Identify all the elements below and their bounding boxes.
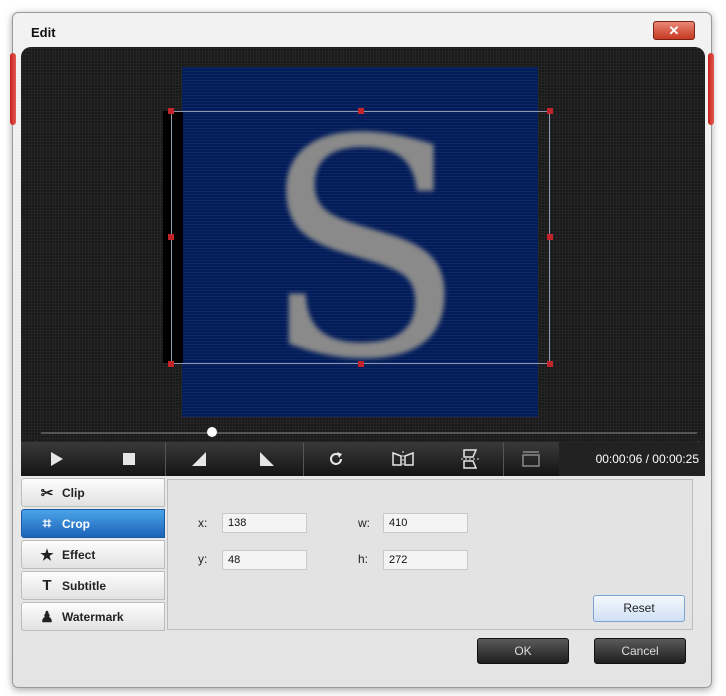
edit-tabs: ✂ Clip ⌗ Crop ★ Effect T Subtitle ♟ Wate… bbox=[21, 478, 166, 631]
time-display: 00:00:06 / 00:00:25 bbox=[595, 452, 699, 466]
crop-handle-top-right[interactable] bbox=[547, 108, 553, 114]
mark-in-button[interactable] bbox=[165, 442, 233, 476]
reset-button[interactable]: Reset bbox=[593, 595, 685, 622]
tab-label: Subtitle bbox=[62, 578, 106, 593]
rotate-button[interactable] bbox=[303, 442, 369, 476]
close-button[interactable]: ✕ bbox=[653, 21, 695, 40]
mark-in-icon bbox=[192, 452, 206, 466]
tab-crop[interactable]: ⌗ Crop bbox=[21, 509, 165, 538]
crop-handle-bottom-left[interactable] bbox=[168, 361, 174, 367]
crop-handle-top-left[interactable] bbox=[168, 108, 174, 114]
title-bar: Edit ✕ bbox=[13, 13, 711, 51]
cancel-button[interactable]: Cancel bbox=[594, 638, 686, 664]
tab-label: Clip bbox=[62, 485, 85, 500]
w-label: w: bbox=[358, 516, 370, 530]
crop-handle-left[interactable] bbox=[168, 234, 174, 240]
mark-out-button[interactable] bbox=[233, 442, 301, 476]
tab-label: Crop bbox=[62, 516, 90, 531]
timeline-knob[interactable] bbox=[207, 427, 217, 437]
tab-watermark[interactable]: ♟ Watermark bbox=[21, 602, 165, 631]
crop-x-input[interactable] bbox=[222, 513, 307, 533]
crop-handle-top[interactable] bbox=[358, 108, 364, 114]
flip-horizontal-button[interactable] bbox=[369, 442, 437, 476]
crop-y-input[interactable] bbox=[222, 550, 307, 570]
tab-clip[interactable]: ✂ Clip bbox=[21, 478, 165, 507]
tab-effect[interactable]: ★ Effect bbox=[21, 540, 165, 569]
flip-vertical-icon bbox=[461, 449, 479, 469]
h-label: h: bbox=[358, 552, 369, 566]
stop-button[interactable] bbox=[93, 442, 165, 476]
play-icon bbox=[51, 452, 63, 466]
play-button[interactable] bbox=[21, 442, 93, 476]
rotate-icon bbox=[330, 452, 342, 465]
stop-icon bbox=[123, 453, 135, 465]
snapshot-icon bbox=[522, 451, 540, 467]
x-label: x: bbox=[198, 516, 208, 530]
mark-out-icon bbox=[260, 452, 274, 466]
crop-rectangle[interactable] bbox=[168, 108, 553, 367]
window-edge-accent bbox=[10, 53, 16, 125]
crop-handle-bottom-right[interactable] bbox=[547, 361, 553, 367]
crop-w-input[interactable] bbox=[383, 513, 468, 533]
tab-subtitle[interactable]: T Subtitle bbox=[21, 571, 165, 600]
edit-dialog: Edit ✕ S 00:00:06 / 00:00:25 ✂ Clip ⌗ Cr… bbox=[10, 12, 714, 688]
window-edge-accent bbox=[708, 53, 714, 125]
window-title: Edit bbox=[31, 25, 56, 40]
tab-label: Effect bbox=[62, 547, 96, 562]
flip-horizontal-icon bbox=[392, 451, 414, 467]
text-icon: T bbox=[42, 577, 52, 594]
scissors-icon: ✂ bbox=[40, 484, 54, 502]
y-label: y: bbox=[198, 552, 208, 566]
crop-handle-bottom[interactable] bbox=[358, 361, 364, 367]
crop-icon: ⌗ bbox=[42, 515, 52, 532]
timeline-track[interactable] bbox=[41, 432, 697, 434]
crop-handle-right[interactable] bbox=[547, 234, 553, 240]
video-preview: S bbox=[21, 47, 705, 447]
stamp-icon: ♟ bbox=[40, 608, 54, 626]
player-toolbar: 00:00:06 / 00:00:25 bbox=[21, 442, 705, 476]
close-icon: ✕ bbox=[668, 23, 680, 38]
flip-vertical-button[interactable] bbox=[437, 442, 503, 476]
snapshot-button[interactable] bbox=[503, 442, 559, 476]
crop-h-input[interactable] bbox=[383, 550, 468, 570]
ok-button[interactable]: OK bbox=[477, 638, 569, 664]
star-icon: ★ bbox=[40, 546, 54, 564]
tab-label: Watermark bbox=[62, 609, 124, 624]
